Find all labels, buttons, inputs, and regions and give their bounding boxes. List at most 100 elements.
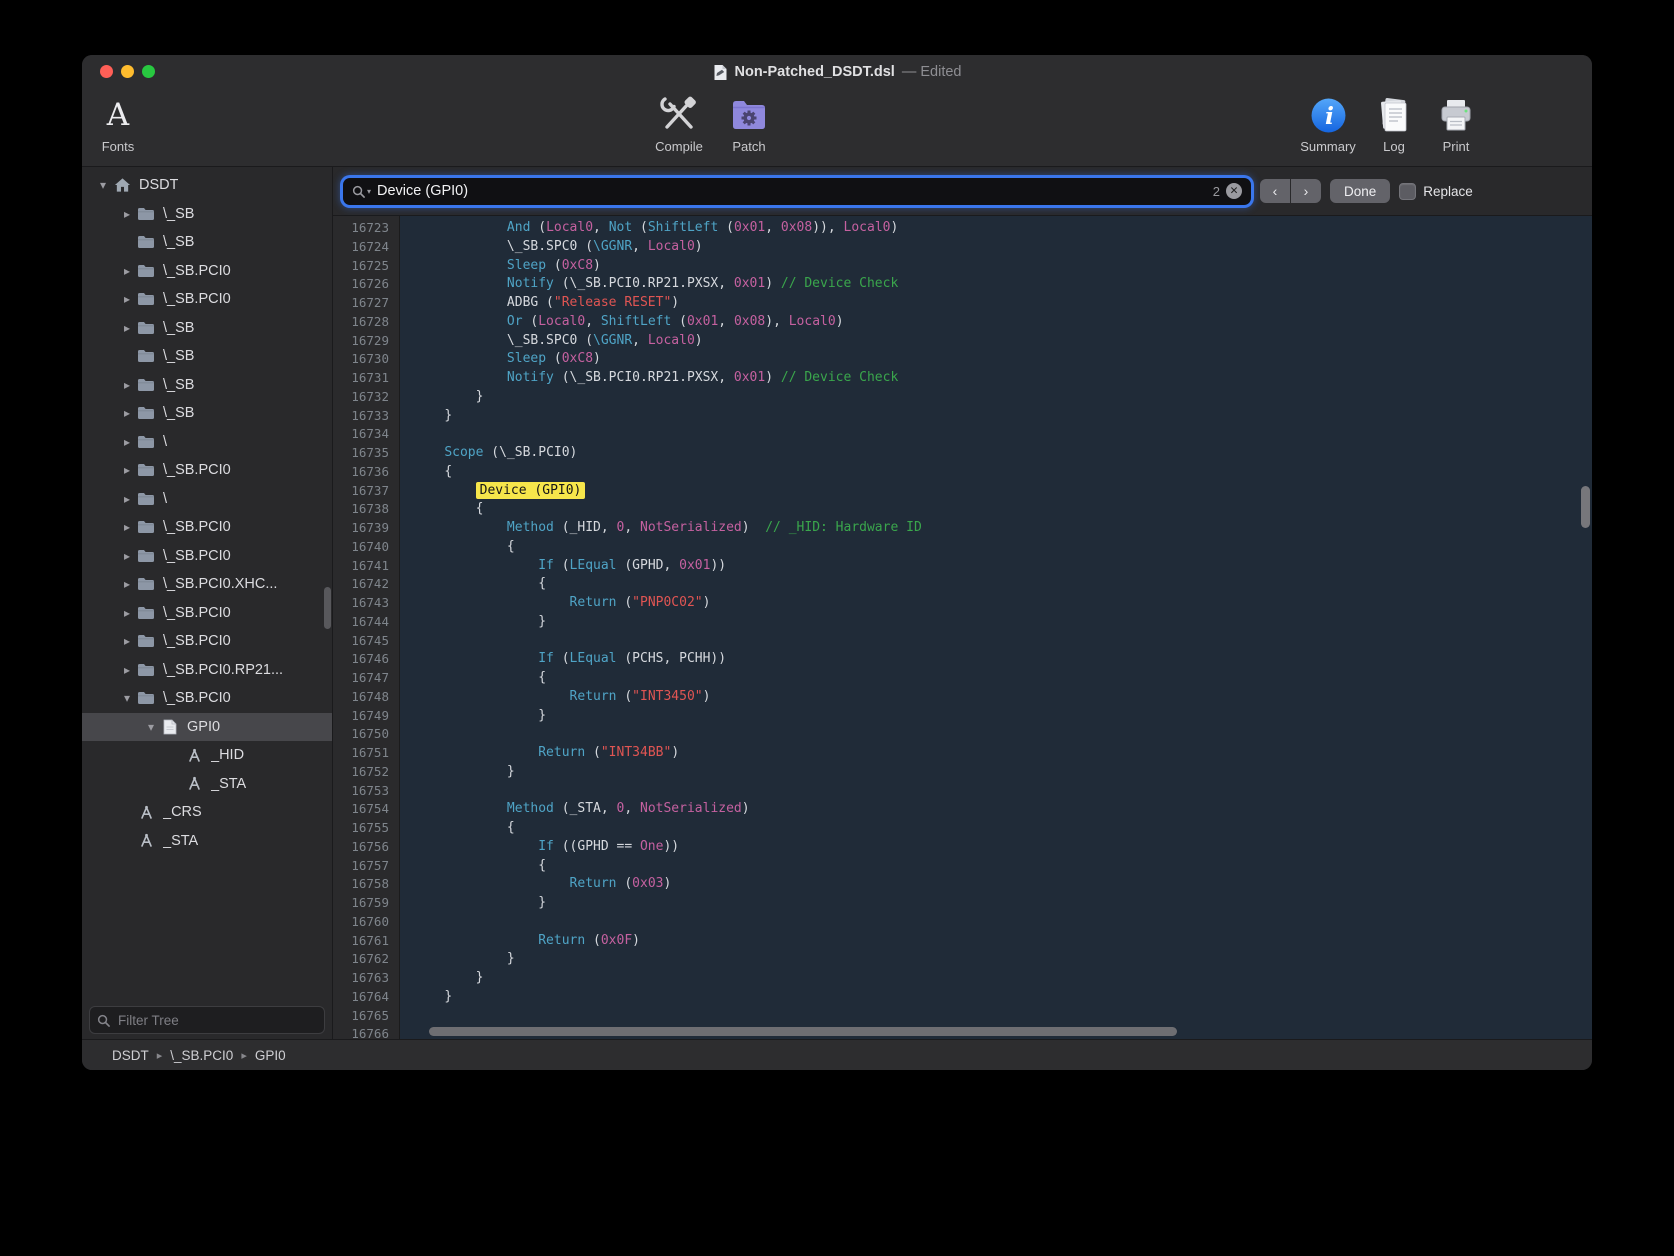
tree-item-sb-pci0[interactable]: ▸\_SB.PCI0 [82, 599, 332, 628]
tree-item-sb-pci0-rp21[interactable]: ▸\_SB.PCI0.RP21... [82, 656, 332, 685]
code-text: If (LEqual (GPHD, 0x01)) [399, 557, 726, 576]
code-line: 16753 [333, 782, 1592, 801]
tree-item-sb-pci0[interactable]: ▸\_SB.PCI0 [82, 285, 332, 314]
tree-item-hid[interactable]: _HID [82, 741, 332, 770]
find-bar: ▾ Device (GPI0) 2 ✕ ‹ › Done Replace [333, 167, 1592, 216]
disclosure-triangle[interactable]: ▸ [118, 634, 136, 648]
code-token: ) [703, 595, 711, 610]
tree-item-root[interactable]: ▸\ [82, 485, 332, 514]
line-number: 16726 [333, 275, 399, 294]
clear-search-button[interactable]: ✕ [1226, 183, 1242, 199]
disclosure-triangle[interactable]: ▸ [118, 321, 136, 335]
folder-icon [136, 490, 156, 508]
code-token: ) [742, 520, 765, 535]
tree-item-sb-pci0-xhc[interactable]: ▸\_SB.PCI0.XHC... [82, 570, 332, 599]
line-number: 16753 [333, 782, 399, 801]
window-title: Non-Patched_DSDT.dsl — Edited [82, 55, 1592, 89]
breadcrumb-item[interactable]: \_SB.PCI0 [170, 1048, 233, 1063]
print-button[interactable]: Print [1420, 93, 1492, 154]
code-editor[interactable]: 16723 And (Local0, Not (ShiftLeft (0x01,… [333, 216, 1592, 1039]
tree-item-sb-pci0[interactable]: ▾\_SB.PCI0 [82, 684, 332, 713]
summary-button[interactable]: i Summary [1292, 93, 1364, 154]
disclosure-triangle[interactable]: ▸ [118, 606, 136, 620]
disclosure-triangle[interactable]: ▸ [118, 492, 136, 506]
tree-item-sb-pci0[interactable]: ▸\_SB.PCI0 [82, 456, 332, 485]
find-search-field[interactable]: ▾ Device (GPI0) 2 ✕ [343, 178, 1251, 205]
code-token: Local0 [538, 314, 585, 329]
disclosure-triangle[interactable]: ▾ [142, 720, 160, 734]
done-button[interactable]: Done [1330, 179, 1390, 203]
search-scope-menu[interactable]: ▾ [352, 185, 371, 198]
breadcrumb-item[interactable]: DSDT [112, 1048, 149, 1063]
breadcrumb-item[interactable]: GPI0 [255, 1048, 286, 1063]
disclosure-triangle[interactable]: ▾ [94, 178, 112, 192]
code-line: 16747 { [333, 669, 1592, 688]
disclosure-triangle[interactable]: ▸ [118, 292, 136, 306]
code-token: ) [671, 745, 679, 760]
tree-item-sb-pci0[interactable]: ▸ \_SB.PCI0 [82, 627, 332, 656]
disclosure-triangle[interactable]: ▸ [118, 549, 136, 563]
disclosure-triangle[interactable]: ▸ [118, 406, 136, 420]
folder-icon [136, 205, 156, 223]
code-line: 16745 [333, 632, 1592, 651]
tree-item-sb[interactable]: ▸\_SB [82, 399, 332, 428]
disclosure-triangle[interactable]: ▸ [118, 520, 136, 534]
code-token: If [538, 558, 554, 573]
tree-item-sta[interactable]: _STA [82, 827, 332, 856]
tree-item-sb[interactable]: ▸\_SB [82, 314, 332, 343]
line-number: 16756 [333, 838, 399, 857]
code-line: 16726 Notify (\_SB.PCI0.RP21.PXSX, 0x01)… [333, 275, 1592, 294]
tree-item-gpi0[interactable]: ▾GPI0 [82, 713, 332, 742]
disclosure-triangle[interactable]: ▸ [118, 264, 136, 278]
code-token: ( [671, 314, 687, 329]
tree-item-sb-pci0[interactable]: ▸\_SB.PCI0 [82, 542, 332, 571]
code-token: ) [742, 801, 750, 816]
code-token: 0xC8 [562, 351, 593, 366]
patch-button[interactable]: Patch [713, 93, 785, 154]
vertical-scrollbar[interactable] [1581, 486, 1590, 528]
disclosure-triangle[interactable]: ▸ [118, 663, 136, 677]
disclosure-triangle[interactable]: ▸ [118, 463, 136, 477]
tree-item-sb[interactable]: \_SB [82, 228, 332, 257]
tree-item-root[interactable]: ▸\ [82, 428, 332, 457]
tree-item-label: \_SB.PCI0 [163, 633, 231, 649]
find-previous-button[interactable]: ‹ [1260, 179, 1290, 203]
code-token: )) [663, 839, 679, 854]
tree-item-sb-pci0[interactable]: ▸\_SB.PCI0 [82, 257, 332, 286]
find-query-text[interactable]: Device (GPI0) [377, 183, 1207, 199]
disclosure-triangle[interactable]: ▾ [118, 691, 136, 705]
code-token: Method [507, 801, 554, 816]
compile-button[interactable]: Compile [643, 93, 715, 154]
tree-item-sb[interactable]: \_SB [82, 342, 332, 371]
code-text [399, 782, 413, 801]
tree-item-sta[interactable]: _STA [82, 770, 332, 799]
fonts-button[interactable]: A Fonts [82, 93, 154, 154]
method-icon [136, 803, 156, 821]
disclosure-triangle[interactable]: ▸ [118, 207, 136, 221]
sidebar-scrollbar[interactable] [324, 587, 331, 629]
tree-item-dsdt[interactable]: ▾DSDT [82, 171, 332, 200]
code-token: (GPHD, [617, 558, 680, 573]
line-number: 16728 [333, 313, 399, 332]
folder-icon [136, 347, 156, 365]
disclosure-triangle[interactable]: ▸ [118, 435, 136, 449]
code-line: 16727 ADBG ("Release RESET") [333, 294, 1592, 313]
breadcrumb-separator: ▸ [241, 1049, 247, 1062]
disclosure-triangle[interactable]: ▸ [118, 378, 136, 392]
find-next-button[interactable]: › [1291, 179, 1321, 203]
replace-checkbox[interactable] [1399, 183, 1416, 200]
code-token: 0x01 [679, 558, 710, 573]
method-icon [136, 832, 156, 850]
horizontal-scrollbar[interactable] [429, 1027, 1177, 1036]
folder-icon [136, 575, 156, 593]
filter-tree-field[interactable] [89, 1006, 325, 1034]
disclosure-triangle[interactable]: ▸ [118, 577, 136, 591]
search-icon [352, 185, 365, 198]
tree-item-crs[interactable]: _CRS [82, 798, 332, 827]
tree-item-sb[interactable]: ▸\_SB [82, 200, 332, 229]
print-label: Print [1443, 139, 1470, 154]
tree-item-sb-pci0[interactable]: ▸\_SB.PCI0 [82, 513, 332, 542]
tree-item-sb[interactable]: ▸\_SB [82, 371, 332, 400]
filter-tree-input[interactable] [116, 1012, 317, 1029]
content-area: ▾DSDT▸\_SB\_SB▸\_SB.PCI0▸\_SB.PCI0▸\_SB\… [82, 167, 1592, 1039]
